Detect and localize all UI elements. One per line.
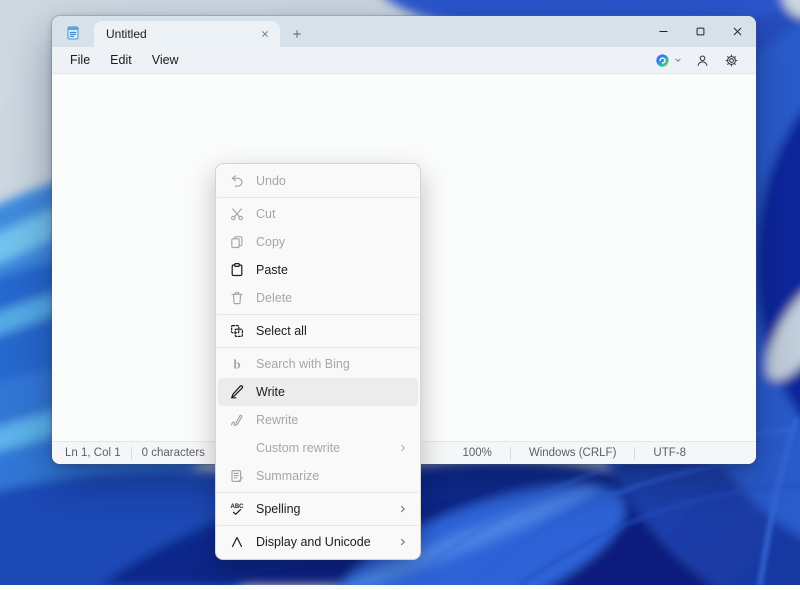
statusbar-divider bbox=[131, 447, 132, 460]
summarize-icon bbox=[229, 468, 245, 484]
context-menu-item-display-and-unicode[interactable]: Display and Unicode bbox=[218, 528, 418, 556]
context-menu-item-search-with-bing: b Search with Bing bbox=[218, 350, 418, 378]
paste-icon bbox=[229, 262, 245, 278]
menu-item-label: Undo bbox=[256, 174, 409, 188]
context-menu-item-paste[interactable]: Paste bbox=[218, 256, 418, 284]
context-menu-item-spelling[interactable]: ABC Spelling bbox=[218, 495, 418, 523]
svg-text:ABC: ABC bbox=[231, 504, 245, 510]
encoding: UTF-8 bbox=[653, 447, 686, 459]
write-icon bbox=[229, 384, 245, 400]
context-menu-item-cut: Cut bbox=[218, 200, 418, 228]
chevron-down-icon bbox=[673, 55, 683, 65]
chevron-right-icon bbox=[397, 442, 409, 454]
titlebar-drag-region bbox=[314, 16, 645, 47]
menu-item-label: Cut bbox=[256, 207, 409, 221]
menubar: FileEditView bbox=[52, 47, 756, 74]
close-button[interactable] bbox=[719, 16, 756, 47]
context-menu-item-copy: Copy bbox=[218, 228, 418, 256]
menu-separator bbox=[217, 525, 419, 526]
menu-item-label: Custom rewrite bbox=[256, 441, 386, 455]
menu-item-label: Spelling bbox=[256, 502, 386, 516]
settings-button[interactable] bbox=[721, 50, 741, 70]
menu-item-label: Display and Unicode bbox=[256, 535, 386, 549]
context-menu-item-rewrite: Rewrite bbox=[218, 406, 418, 434]
menu-separator bbox=[217, 347, 419, 348]
menu-separator bbox=[217, 492, 419, 493]
titlebar: Untitled bbox=[52, 16, 756, 47]
spelling-icon: ABC bbox=[229, 501, 245, 517]
context-menu-item-select-all[interactable]: Select all bbox=[218, 317, 418, 345]
line-ending: Windows (CRLF) bbox=[529, 447, 617, 459]
copilot-button[interactable] bbox=[652, 50, 683, 70]
character-count: 0 characters bbox=[142, 447, 205, 459]
plus-icon bbox=[291, 28, 303, 40]
statusbar-right: 100% Windows (CRLF) UTF-8 bbox=[462, 447, 686, 460]
menubar-item-view[interactable]: View bbox=[142, 50, 189, 70]
menu-item-label: Select all bbox=[256, 324, 409, 338]
menu-separator bbox=[217, 197, 419, 198]
statusbar-left: Ln 1, Col 1 0 characters bbox=[65, 447, 205, 460]
select-all-icon bbox=[229, 323, 245, 339]
context-menu-item-custom-rewrite: Custom rewrite bbox=[218, 434, 418, 462]
maximize-button[interactable] bbox=[682, 16, 719, 47]
bing-icon: b bbox=[229, 356, 245, 372]
undo-icon bbox=[229, 173, 245, 189]
menubar-items: FileEditView bbox=[60, 50, 189, 70]
chevron-right-icon bbox=[397, 536, 409, 548]
statusbar-divider bbox=[634, 447, 635, 460]
menu-item-label: Copy bbox=[256, 235, 409, 249]
delete-icon bbox=[229, 290, 245, 306]
menu-item-label: Paste bbox=[256, 263, 409, 277]
context-menu-item-write[interactable]: Write bbox=[218, 378, 418, 406]
menu-item-label: Search with Bing bbox=[256, 357, 409, 371]
tab-close-icon[interactable] bbox=[256, 25, 274, 43]
minimize-button[interactable] bbox=[645, 16, 682, 47]
context-menu: Undo Cut Copy Paste Delete Select all b Search … bbox=[215, 163, 421, 560]
notepad-icon bbox=[52, 16, 94, 47]
copy-icon bbox=[229, 234, 245, 250]
menubar-item-edit[interactable]: Edit bbox=[100, 50, 142, 70]
svg-text:b: b bbox=[233, 357, 240, 372]
tab-untitled[interactable]: Untitled bbox=[94, 21, 280, 47]
copilot-icon bbox=[652, 50, 672, 70]
menu-item-label: Write bbox=[256, 385, 409, 399]
statusbar-divider bbox=[510, 447, 511, 460]
context-menu-item-undo: Undo bbox=[218, 167, 418, 195]
context-menu-item-delete: Delete bbox=[218, 284, 418, 312]
tab-title: Untitled bbox=[106, 27, 250, 41]
menubar-right-icons bbox=[652, 50, 750, 70]
cut-icon bbox=[229, 206, 245, 222]
new-tab-button[interactable] bbox=[280, 16, 314, 47]
context-menu-item-summarize: Summarize bbox=[218, 462, 418, 490]
account-button[interactable] bbox=[692, 50, 712, 70]
chevron-right-icon bbox=[397, 503, 409, 515]
menu-item-label: Delete bbox=[256, 291, 409, 305]
display-unicode-icon bbox=[229, 534, 245, 550]
menubar-item-file[interactable]: File bbox=[60, 50, 100, 70]
zoom-level: 100% bbox=[462, 447, 491, 459]
menu-item-label: Rewrite bbox=[256, 413, 409, 427]
cursor-position: Ln 1, Col 1 bbox=[65, 447, 121, 459]
no-icon bbox=[229, 440, 245, 456]
menu-item-label: Summarize bbox=[256, 469, 409, 483]
rewrite-icon bbox=[229, 412, 245, 428]
menu-separator bbox=[217, 314, 419, 315]
window-controls bbox=[645, 16, 756, 47]
